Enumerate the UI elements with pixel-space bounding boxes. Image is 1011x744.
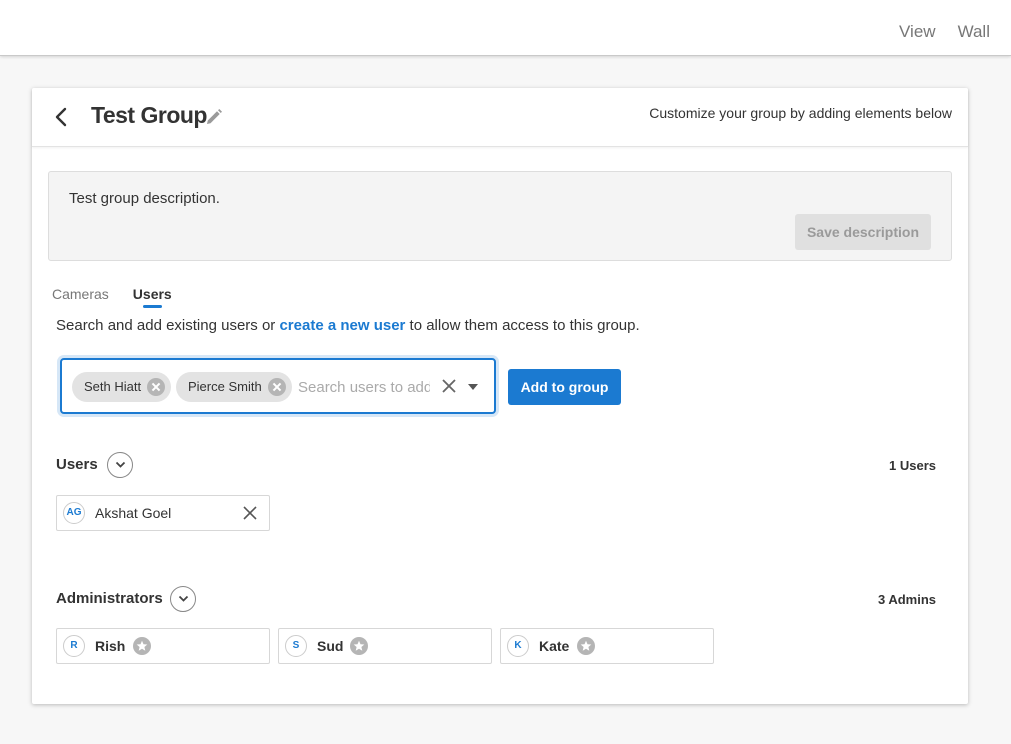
tab-users[interactable]: Users <box>133 286 172 308</box>
remove-icon[interactable] <box>243 506 257 520</box>
users-section-title: Users <box>56 456 98 473</box>
avatar: S <box>285 635 307 657</box>
admins-count: 3 Admins <box>877 592 936 607</box>
selected-user-chip: Seth Hiatt <box>72 372 172 402</box>
add-to-group-button[interactable]: Add to group <box>508 369 621 405</box>
selected-user-chip: Pierce Smith <box>176 372 292 402</box>
avatar: K <box>507 635 529 657</box>
group-card: Test Group Customize your group by addin… <box>32 88 968 704</box>
admin-member: K Kate <box>500 628 714 664</box>
member-name: Kate <box>539 638 570 654</box>
intro-before: Search and add existing users or <box>56 317 280 334</box>
chip-remove-icon[interactable] <box>147 378 166 396</box>
header-hint: Customize your group by adding elements … <box>649 105 952 121</box>
admins-section-title: Administrators <box>56 590 163 607</box>
member-name: Rish <box>95 638 126 654</box>
description-text[interactable]: Test group description. <box>69 190 220 207</box>
clear-icon[interactable] <box>440 377 458 395</box>
page-title: Test Group <box>91 102 207 128</box>
users-count: 1 Users <box>889 458 936 473</box>
chip-label: Seth Hiatt <box>84 379 142 394</box>
create-user-link[interactable]: create a new user <box>279 317 405 334</box>
description-box[interactable]: Test group description. Save description <box>48 171 952 261</box>
search-users-input[interactable] <box>298 374 430 400</box>
pencil-icon[interactable] <box>205 108 223 126</box>
users-collapse-button[interactable] <box>107 452 133 478</box>
chevron-down-icon <box>115 461 126 468</box>
star-icon[interactable] <box>133 637 151 655</box>
tab-cameras[interactable]: Cameras <box>52 286 109 308</box>
user-picker[interactable]: Seth Hiatt Pierce Smith <box>60 358 496 414</box>
intro-text: Search and add existing users or create … <box>56 317 640 334</box>
top-nav: View Wall <box>899 22 990 42</box>
avatar: AG <box>63 502 85 524</box>
member-name: Akshat Goel <box>95 505 172 521</box>
chevron-down-icon <box>178 595 189 602</box>
chip-remove-icon[interactable] <box>267 378 286 396</box>
member-name: Sud <box>317 638 344 654</box>
back-icon[interactable] <box>52 106 72 128</box>
nav-wall[interactable]: Wall <box>958 22 990 42</box>
chip-label: Pierce Smith <box>188 379 262 394</box>
user-member: AG Akshat Goel <box>56 495 270 531</box>
admin-member: S Sud <box>278 628 492 664</box>
tab-bar: Cameras Users <box>52 286 172 308</box>
top-bar: View Wall <box>0 0 1011 56</box>
avatar: R <box>63 635 85 657</box>
save-description-button[interactable]: Save description <box>795 214 931 250</box>
caret-down-icon[interactable] <box>468 384 478 390</box>
star-icon[interactable] <box>577 637 595 655</box>
nav-view[interactable]: View <box>899 22 936 42</box>
card-header: Test Group Customize your group by addin… <box>32 88 968 147</box>
intro-after: to allow them access to this group. <box>405 317 640 334</box>
star-icon[interactable] <box>350 637 368 655</box>
admin-member: R Rish <box>56 628 270 664</box>
admins-collapse-button[interactable] <box>170 586 196 612</box>
